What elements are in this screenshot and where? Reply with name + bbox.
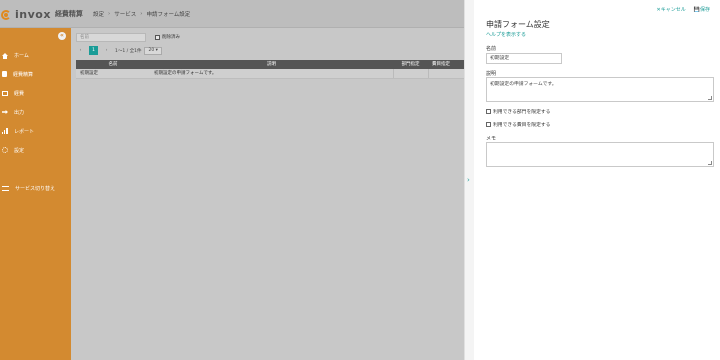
- memo-label: メモ: [486, 136, 497, 142]
- name-label: 名前: [486, 46, 497, 52]
- sidebar-item-expenses[interactable]: 経費: [0, 88, 24, 98]
- save-button[interactable]: 💾保存: [694, 6, 710, 13]
- save-label: 保存: [699, 7, 710, 13]
- resize-handle[interactable]: [708, 96, 712, 100]
- chart-icon: [2, 128, 8, 134]
- sidebar-item-home[interactable]: ホーム: [0, 50, 29, 60]
- breadcrumb-separator: ›: [140, 11, 143, 17]
- page-1-button[interactable]: 1: [89, 46, 98, 55]
- help-link[interactable]: ヘルプを表示する: [486, 31, 526, 38]
- breadcrumb-settings[interactable]: 設定: [93, 10, 104, 18]
- sidebar-item-label: 経費精算: [13, 71, 34, 78]
- sidebar-item-label: ホーム: [14, 52, 29, 59]
- sidebar: « ホーム 経費精算 経費 出力 レポート 設定 サービス切り替え: [0, 28, 71, 360]
- sidebar-collapse-button[interactable]: «: [58, 32, 66, 40]
- cell-expense-item: [428, 69, 464, 78]
- sidebar-item-report[interactable]: レポート: [0, 126, 34, 136]
- show-deleted-checkbox[interactable]: 削除済み: [155, 34, 180, 40]
- sidebar-item-label: 設定: [14, 147, 25, 154]
- box-icon: [2, 90, 8, 96]
- table-header: 名前 説明 部門指定 費目指定: [76, 60, 464, 69]
- sidebar-item-expense-report[interactable]: 経費精算: [0, 69, 33, 79]
- description-field[interactable]: 初期設定の申請フォームです。: [486, 77, 714, 102]
- sidebar-item-label: 経費: [14, 90, 25, 97]
- breadcrumb-service[interactable]: サービス: [114, 10, 136, 18]
- breadcrumb: 設定 › サービス › 申請フォーム設定: [93, 10, 190, 18]
- name-search-input[interactable]: 名前: [76, 33, 146, 42]
- form-settings-panel: ✕キャンセル 💾保存 申請フォーム設定 ヘルプを表示する 名前 初期設定 説明 …: [474, 0, 720, 360]
- show-deleted-label: 削除済み: [162, 35, 180, 40]
- memo-field[interactable]: [486, 142, 714, 167]
- pagination: ‹ 1 › 1〜1 / 全1件 20 ▾: [76, 46, 162, 55]
- prev-page-button[interactable]: ‹: [76, 48, 85, 53]
- column-header-department[interactable]: 部門指定: [393, 60, 428, 69]
- column-header-name[interactable]: 名前: [76, 60, 150, 69]
- sidebar-item-settings[interactable]: 設定: [0, 145, 24, 155]
- limit-department-label: 利用できる部門を限定する: [493, 110, 551, 115]
- cell-description: 初期設定の申請フォームです。: [154, 71, 217, 76]
- sidebar-item-label: レポート: [14, 128, 35, 135]
- logo-subtitle: 経費精算: [54, 10, 83, 18]
- page-range-text: 1〜1 / 全1件: [115, 48, 142, 54]
- limit-expense-item-checkbox[interactable]: 利用できる費目を限定する: [486, 121, 550, 128]
- gear-icon: [2, 147, 8, 153]
- checkbox-box[interactable]: [486, 122, 491, 127]
- app-logo[interactable]: invox 経費精算: [0, 7, 83, 21]
- next-page-button[interactable]: ›: [102, 48, 111, 53]
- form-list-area: 名前 削除済み ‹ 1 › 1〜1 / 全1件 20 ▾ 名前 説明 部門指定 …: [71, 28, 464, 360]
- resize-handle[interactable]: [708, 161, 712, 165]
- limit-expense-item-label: 利用できる費目を限定する: [493, 123, 551, 128]
- breadcrumb-separator: ›: [108, 11, 111, 17]
- checkbox-box[interactable]: [155, 34, 160, 40]
- cell-department: [393, 69, 428, 78]
- invox-logo-icon: [0, 8, 13, 21]
- chevron-right-icon[interactable]: ›: [467, 176, 470, 184]
- column-header-expense-item[interactable]: 費目指定: [428, 60, 464, 69]
- switch-icon: [2, 185, 9, 191]
- panel-actions: ✕キャンセル 💾保存: [657, 6, 710, 13]
- breadcrumb-current: 申請フォーム設定: [146, 12, 191, 18]
- sidebar-item-export[interactable]: 出力: [0, 107, 24, 117]
- form-table: 名前 説明 部門指定 費目指定 初期設定 初期設定の申請フォームです。: [76, 60, 464, 79]
- cell-name: 初期設定: [80, 71, 98, 76]
- cancel-button[interactable]: ✕キャンセル: [657, 6, 686, 13]
- page-size-select[interactable]: 20 ▾: [144, 46, 162, 55]
- logo-text: invox: [15, 7, 51, 21]
- description-text: 初期設定の申請フォームです。: [490, 82, 557, 87]
- checkbox-box[interactable]: [486, 109, 491, 114]
- table-row[interactable]: 初期設定 初期設定の申請フォームです。: [76, 69, 464, 79]
- panel-title: 申請フォーム設定: [486, 20, 550, 29]
- panel-splitter[interactable]: ›: [464, 0, 474, 360]
- sidebar-item-label: 出力: [14, 109, 25, 116]
- top-bar: invox 経費精算 設定 › サービス › 申請フォーム設定: [0, 0, 464, 28]
- name-field[interactable]: 初期設定: [486, 53, 562, 64]
- cancel-label: キャンセル: [660, 7, 686, 13]
- document-icon: [2, 71, 7, 77]
- description-label: 説明: [486, 71, 497, 77]
- home-icon: [2, 52, 8, 59]
- sidebar-item-label: サービス切り替え: [15, 185, 56, 192]
- export-icon: [2, 110, 8, 114]
- sidebar-item-switch-service[interactable]: サービス切り替え: [0, 183, 55, 193]
- column-header-description[interactable]: 説明: [150, 60, 393, 69]
- limit-department-checkbox[interactable]: 利用できる部門を限定する: [486, 108, 550, 115]
